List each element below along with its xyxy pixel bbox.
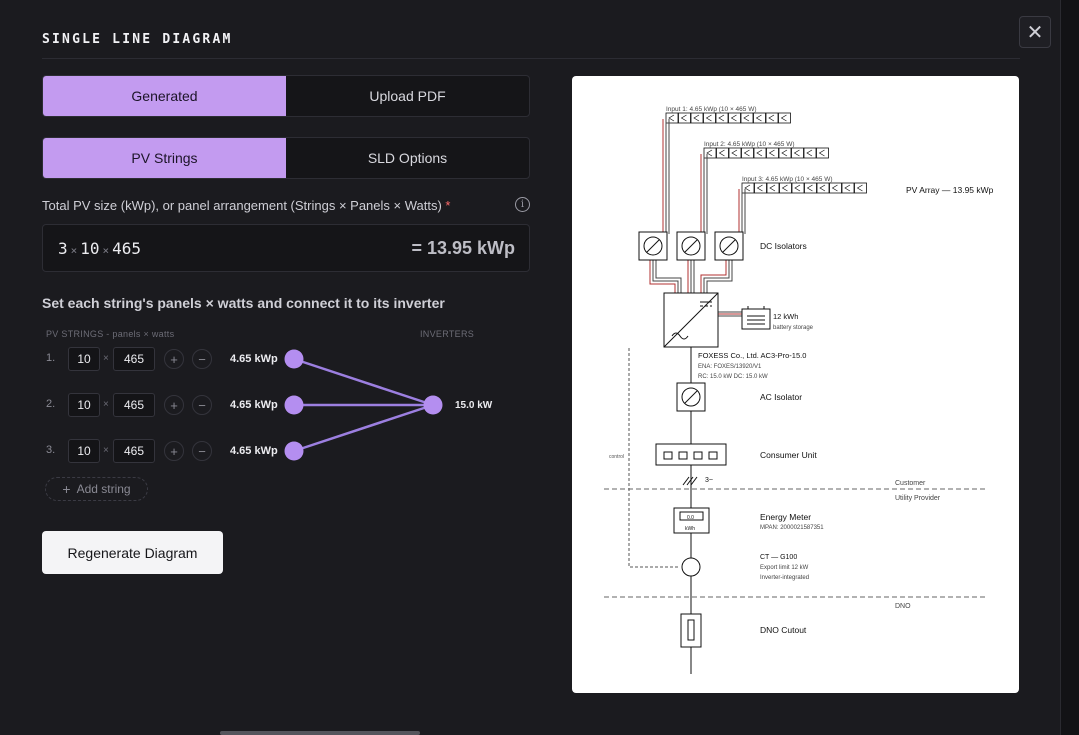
ct-label: CT — G100: [760, 554, 797, 561]
inverter-kw: 15.0 kW: [455, 400, 493, 411]
pv-panel: [741, 147, 754, 159]
pv-panel: [665, 112, 679, 124]
pv-panel: [778, 112, 791, 124]
mpan-label: MPAN: 2000021587351: [760, 525, 824, 531]
ac-isolator-label: AC Isolator: [760, 392, 802, 402]
phase-label: 3~: [705, 477, 713, 484]
string-node[interactable]: [284, 349, 304, 369]
dno-cutout-symbol: [680, 613, 702, 648]
dc-isolators-label: DC Isolators: [760, 241, 807, 251]
consumer-unit-symbol: [655, 443, 727, 466]
pv-panel: [678, 112, 691, 124]
pv-panel: [754, 182, 767, 194]
battery-label: battery storage: [773, 325, 814, 331]
meter-reading: 0.0: [687, 515, 694, 521]
pv-panel: [803, 147, 817, 159]
pv-panel: [740, 112, 754, 124]
customer-label: Customer: [895, 480, 926, 487]
meter-unit: kWh: [685, 526, 695, 532]
string-connections: [284, 349, 443, 461]
pv-panel: [791, 182, 805, 194]
pv-panel: [778, 147, 792, 159]
string-node[interactable]: [284, 395, 304, 415]
plus-icon: +: [62, 481, 71, 497]
pv-panel: [816, 147, 829, 159]
dno-cutout-label: DNO Cutout: [760, 625, 807, 635]
pv-panel: [753, 112, 766, 124]
pv-panel: [779, 182, 792, 194]
battery-capacity: 12 kWh: [773, 312, 798, 321]
add-string-button[interactable]: + Add string: [45, 477, 148, 501]
pv-panel: [728, 147, 742, 159]
inverter-symbol: [663, 292, 719, 348]
dno-label: DNO: [895, 603, 911, 610]
sld-preview: Input 1: 4.65 kWp (10 × 465 W) Input 2: …: [572, 76, 1019, 693]
sld-modal: SINGLE LINE DIAGRAM ✕ Generated Upload P…: [0, 0, 1061, 735]
connection-line: [293, 357, 434, 407]
sld-drawing: Input 1: 4.65 kWp (10 × 465 W) Input 2: …: [604, 106, 994, 674]
connection-line: [293, 403, 434, 453]
three-phase-marks: [682, 476, 698, 486]
pv-panel: [766, 147, 779, 159]
input-2-label: Input 2: 4.65 kWp (10 × 465 W): [704, 141, 795, 148]
pv-panel: [854, 182, 867, 194]
scrollbar[interactable]: [220, 731, 420, 735]
pv-panel: [829, 182, 842, 194]
pv-panel: [804, 182, 817, 194]
pv-panel: [703, 112, 716, 124]
pv-panel: [753, 147, 767, 159]
ct-symbol: [681, 557, 701, 577]
utility-label: Utility Provider: [895, 495, 941, 502]
pv-array-label: PV Array — 13.95 kWp: [906, 185, 994, 195]
add-string-label: Add string: [76, 482, 131, 496]
inverter-rating: RC: 15.0 kW DC: 15.0 kW: [698, 374, 768, 380]
control-label: control: [609, 454, 624, 460]
ac-isolator-symbol: [676, 382, 706, 412]
pv-panel: [741, 182, 755, 194]
inverter-node[interactable]: [423, 395, 443, 415]
pv-panel: [715, 112, 729, 124]
pv-panel: [766, 182, 780, 194]
pv-panel: [690, 112, 704, 124]
energy-meter-label: Energy Meter: [760, 512, 811, 522]
pv-panel: [791, 147, 804, 159]
battery-symbol: [741, 306, 771, 330]
close-icon[interactable]: ✕: [1019, 16, 1051, 48]
export-limit-label: Export limit 12 kW: [760, 565, 809, 571]
inverter-model: FOXESS Co., Ltd. AC3-Pro-15.0: [698, 351, 806, 360]
pv-panel: [716, 147, 729, 159]
input-1-label: Input 1: 4.65 kWp (10 × 465 W): [666, 106, 757, 113]
input-3-label: Input 3: 4.65 kWp (10 × 465 W): [742, 176, 833, 183]
consumer-unit-label: Consumer Unit: [760, 450, 817, 460]
pv-panel: [765, 112, 779, 124]
regenerate-diagram-button[interactable]: Regenerate Diagram: [42, 531, 223, 574]
pv-panel: [728, 112, 741, 124]
pv-panel: [841, 182, 855, 194]
pv-panel: [703, 147, 717, 159]
energy-meter-symbol: 0.0 kWh: [673, 507, 710, 534]
ct-integration-label: Inverter-integrated: [760, 575, 809, 581]
inverter-ena: ENA: FOXES/13920/V1: [698, 364, 762, 370]
string-node[interactable]: [284, 441, 304, 461]
dc-isolator-symbols: [638, 231, 744, 261]
pv-panel: [816, 182, 830, 194]
